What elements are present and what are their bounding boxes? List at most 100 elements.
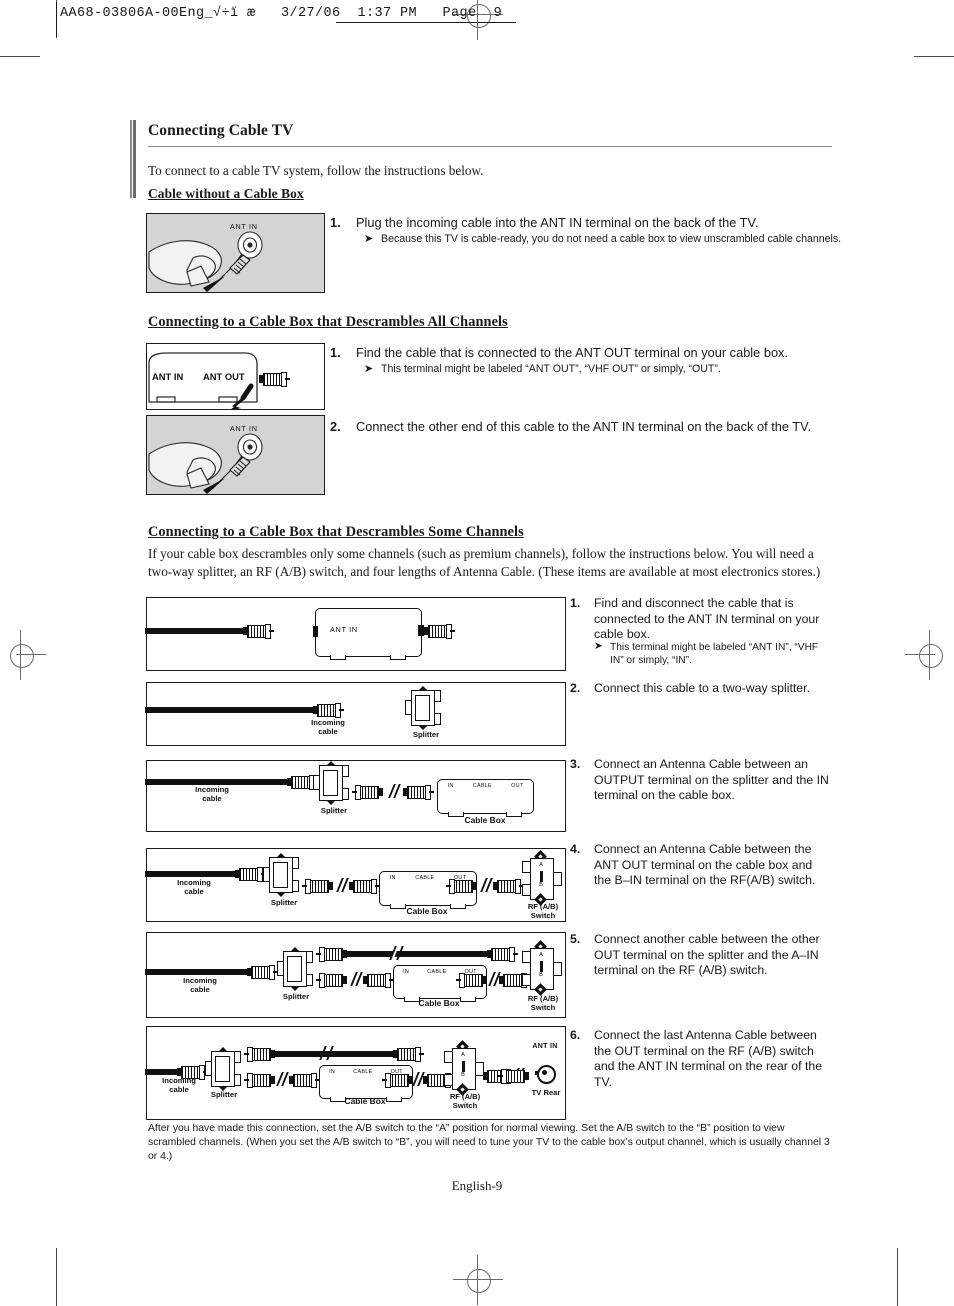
diagram-label-cable-box: Cable Box bbox=[406, 906, 448, 916]
step-number: 1. bbox=[570, 596, 581, 610]
diagram-label-tv-ant-in: ANT IN bbox=[532, 1043, 558, 1050]
connector-pin bbox=[446, 884, 451, 887]
coax-connector-icon bbox=[456, 973, 487, 988]
rf-ab-switch-shape: A B bbox=[522, 940, 562, 996]
splitter-shape bbox=[313, 761, 353, 805]
coax-cable bbox=[145, 969, 255, 975]
connector-body bbox=[291, 776, 311, 789]
coax-connector-icon bbox=[393, 1047, 424, 1062]
port-label-cable: CABLE bbox=[427, 969, 447, 975]
connector-body bbox=[359, 786, 379, 799]
step-text: Plug the incoming cable into the ANT IN … bbox=[356, 215, 759, 230]
diagram-label-splitter: Splitter bbox=[270, 898, 298, 907]
connector-body bbox=[251, 966, 271, 979]
connector-collar bbox=[379, 787, 383, 796]
bullet-arrow-icon: ➤ bbox=[364, 233, 374, 245]
arrow-left-icon bbox=[323, 801, 357, 810]
connector-body bbox=[353, 880, 373, 893]
note-text: Because this TV is cable-ready, you do n… bbox=[381, 233, 842, 245]
diagram-panel-5: Incoming cable Splitter IN CABLE OUT Cab… bbox=[145, 932, 566, 1018]
diagram-label-rf-switch: RF (A/B) Switch bbox=[435, 1092, 495, 1110]
port-label-in: IN bbox=[447, 783, 454, 789]
diagram-panel-4: Incoming cable Splitter IN CABLE OUT Cab… bbox=[145, 848, 566, 922]
page-title: Connecting Cable TV bbox=[148, 122, 294, 139]
connector-ring bbox=[247, 1047, 253, 1062]
step-number: 4. bbox=[570, 842, 581, 856]
splitter-inner bbox=[273, 862, 288, 888]
connector-ring bbox=[425, 785, 431, 800]
section-accent-bar bbox=[130, 120, 138, 198]
coax-cable bbox=[145, 628, 253, 634]
print-slug-line: AA68-03806A-00Eng_√÷ï æ 3/27/06 1:37 PM … bbox=[60, 6, 503, 21]
footnote-text: After you have made this connection, set… bbox=[148, 1123, 830, 1163]
diagram-label-tv-rear: TV Rear bbox=[531, 1088, 561, 1097]
cable-box-shape: ANT IN bbox=[313, 608, 422, 660]
rf-ab-switch-shape: A B bbox=[522, 850, 562, 906]
step-text: Connect an Antenna Cable between an OUTP… bbox=[594, 757, 829, 803]
diagram-label-incoming-cable: Incoming cable bbox=[295, 718, 361, 736]
connector-body bbox=[293, 1074, 313, 1087]
connector-pin bbox=[498, 1074, 503, 1077]
diagram-label-ant-in: ANT IN bbox=[330, 625, 358, 634]
arrow-left-icon bbox=[485, 1053, 511, 1062]
arrow-right-icon bbox=[461, 936, 493, 945]
connector-body bbox=[247, 625, 267, 638]
step-number: 5. bbox=[570, 932, 581, 946]
cable-box-port-labels: IN CABLE OUT bbox=[438, 783, 533, 789]
connector-pin bbox=[339, 708, 344, 711]
connector-body bbox=[453, 880, 473, 893]
coax-connector-icon bbox=[498, 1069, 529, 1084]
connector-pin bbox=[244, 1052, 249, 1055]
coax-cable bbox=[345, 951, 493, 957]
diagram-panel-2: Incoming cable Splitter bbox=[145, 682, 566, 746]
step-number: 3. bbox=[570, 757, 581, 771]
arrow-right-icon bbox=[517, 1053, 543, 1062]
connector-ring bbox=[311, 1073, 317, 1088]
illustration-label-ant-in: ANT IN bbox=[152, 371, 184, 382]
arrow-left-icon bbox=[280, 626, 308, 635]
coax-connector-icon bbox=[487, 947, 518, 962]
coax-connector-icon bbox=[302, 879, 333, 894]
cable-break-icon bbox=[319, 1046, 334, 1060]
connector-ring bbox=[281, 372, 287, 387]
connector-body bbox=[389, 1074, 409, 1087]
cable-break-icon bbox=[388, 784, 401, 798]
label-line-2: cable bbox=[169, 1084, 189, 1094]
crop-mark-top-right-h bbox=[914, 56, 954, 58]
port-label-in: IN bbox=[403, 969, 410, 975]
connector-body bbox=[491, 948, 511, 961]
registration-circle bbox=[467, 1269, 491, 1293]
coax-connector-icon bbox=[259, 372, 290, 387]
splitter-nub bbox=[290, 986, 300, 991]
connector-body bbox=[367, 974, 387, 987]
subheading-descrambles-some: Connecting to a Cable Box that Descrambl… bbox=[148, 524, 524, 540]
port-label-cable: CABLE bbox=[415, 875, 435, 881]
splitter-inner bbox=[323, 770, 338, 796]
subheading-cable-without-box: Cable without a Cable Box bbox=[148, 186, 304, 201]
connector-body bbox=[317, 704, 337, 717]
jack-outer bbox=[537, 1065, 556, 1084]
cable-break-icon bbox=[389, 946, 404, 960]
coax-connector-icon bbox=[352, 785, 383, 800]
switch-lever bbox=[462, 1061, 465, 1072]
section-intro: To connect to a cable TV system, follow … bbox=[148, 163, 484, 178]
coax-connector-icon bbox=[244, 1047, 275, 1062]
connector-ring bbox=[247, 1073, 253, 1088]
cable-box-port-stub bbox=[313, 626, 318, 637]
arrow-right-icon bbox=[487, 893, 517, 902]
diagram-label-splitter: Splitter bbox=[282, 992, 310, 1001]
connector-body bbox=[239, 868, 259, 881]
switch-label-b: B bbox=[461, 1072, 465, 1078]
label-line-2: cable bbox=[318, 726, 338, 736]
step-text: Connect the last Antenna Cable between t… bbox=[594, 1028, 823, 1090]
note-text: This terminal might be labeled “ANT IN”,… bbox=[610, 642, 819, 667]
cable-box-foot bbox=[330, 655, 346, 660]
connector-ring bbox=[269, 965, 275, 980]
connector-pin bbox=[302, 884, 307, 887]
connector-pin bbox=[419, 1052, 424, 1055]
hand-drawing bbox=[147, 214, 324, 292]
coax-connector-icon bbox=[446, 879, 477, 894]
connector-ring bbox=[371, 879, 377, 894]
connector-body bbox=[407, 786, 427, 799]
connector-pin bbox=[352, 790, 357, 793]
